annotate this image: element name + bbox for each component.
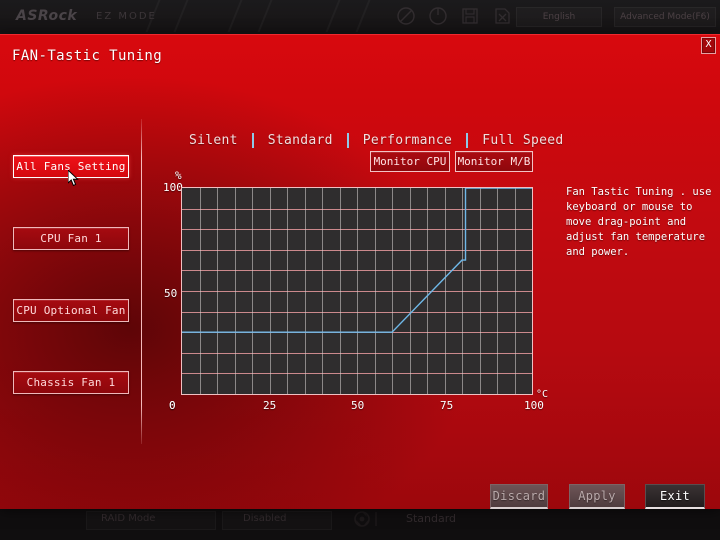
x-tick-100: 100 (524, 399, 544, 412)
help-icon[interactable] (396, 6, 416, 26)
background-topbar: ASRock EZ MODE English Advanced Mode(F6) (0, 0, 720, 32)
sidebar-item-cpu-optional-fan[interactable]: CPU Optional Fan (13, 299, 129, 322)
background-raid-mode-label: RAID Mode (101, 513, 156, 524)
sidebar-item-chassis-fan-1[interactable]: Chassis Fan 1 (13, 371, 129, 394)
power-icon[interactable] (428, 6, 448, 26)
background-fan-profile-value: Standard (406, 512, 457, 525)
preset-tab-full-speed[interactable]: Full Speed (468, 133, 577, 148)
fan-preset-tabs: Silent Standard Performance Full Speed (175, 133, 577, 148)
apply-button[interactable]: Apply (569, 484, 625, 509)
fan-icon (352, 509, 388, 533)
x-tick-25: 25 (263, 399, 277, 412)
preset-tab-standard[interactable]: Standard (254, 133, 347, 148)
y-tick-100: 100 (163, 181, 183, 194)
exit-button[interactable]: Exit (645, 484, 705, 509)
monitor-cpu-button[interactable]: Monitor CPU (370, 151, 450, 172)
sidebar-item-cpu-fan-1[interactable]: CPU Fan 1 (13, 227, 129, 250)
fan-curve-plot[interactable] (181, 187, 533, 395)
fan-tastic-tuning-dialog: FAN-Tastic Tuning X Silent Standard Perf… (0, 34, 720, 509)
close-icon[interactable]: X (701, 37, 716, 54)
background-raid-mode-value: Disabled (243, 513, 287, 524)
help-text: Fan Tastic Tuning . use keyboard or mous… (566, 186, 712, 258)
ez-mode-label: EZ MODE (96, 11, 157, 22)
sidebar-divider (141, 119, 142, 444)
preset-tab-performance[interactable]: Performance (349, 133, 466, 148)
dialog-title: FAN-Tastic Tuning (12, 48, 163, 64)
x-tick-0: 0 (169, 399, 176, 412)
discard-icon[interactable] (492, 6, 512, 26)
language-button[interactable]: English (516, 7, 602, 27)
x-tick-75: 75 (440, 399, 454, 412)
preset-tab-silent[interactable]: Silent (175, 133, 252, 148)
save-icon[interactable] (460, 6, 480, 26)
monitor-mb-button[interactable]: Monitor M/B (455, 151, 533, 172)
discard-button[interactable]: Discard (490, 484, 548, 509)
bios-screen: ASRock EZ MODE English Advanced Mode(F6)… (0, 0, 720, 540)
y-tick-50: 50 (164, 287, 178, 300)
asrock-logo: ASRock (16, 8, 78, 24)
fan-curve-line[interactable] (182, 188, 532, 394)
x-axis-unit-label: °C (536, 389, 549, 400)
mouse-cursor (67, 168, 80, 188)
advanced-mode-button[interactable]: Advanced Mode(F6) (614, 7, 716, 27)
x-tick-50: 50 (351, 399, 365, 412)
